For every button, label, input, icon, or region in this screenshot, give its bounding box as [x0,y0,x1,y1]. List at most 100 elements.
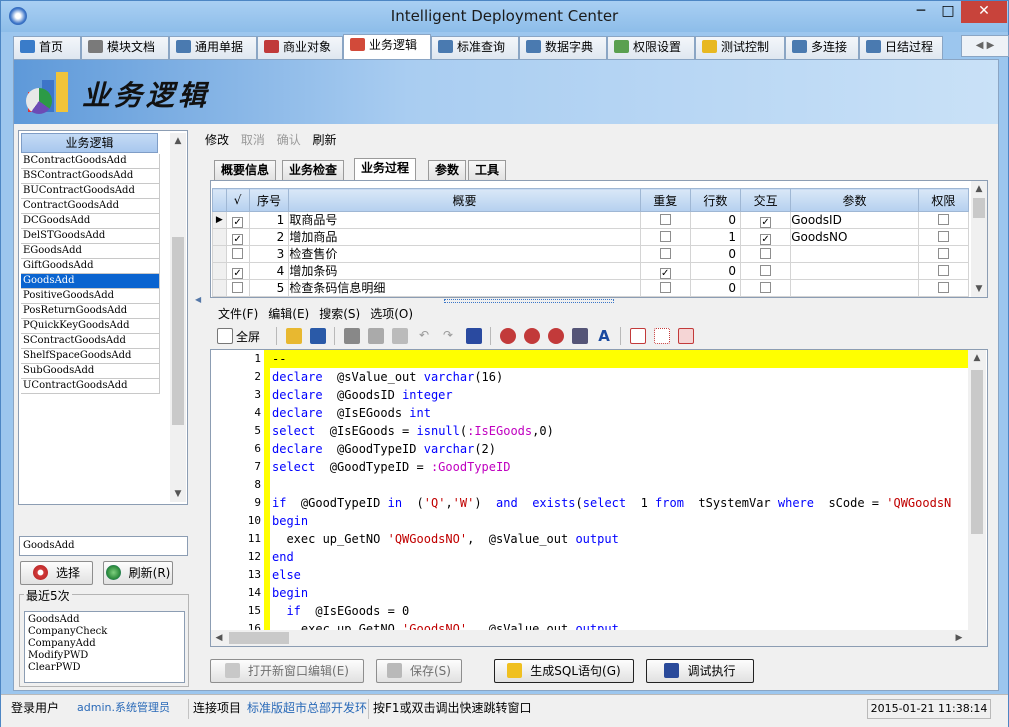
editor-menu-item[interactable]: 搜索(S) [319,307,360,321]
recent-item[interactable]: GoodsAdd [25,614,184,626]
grid-scrollbar[interactable]: ▲ ▼ [971,181,987,297]
tab-form[interactable]: 通用单据 [169,36,257,59]
interact-checkbox[interactable] [760,247,772,259]
interact-checkbox[interactable] [760,281,772,293]
logic-list-item[interactable]: UContractGoodsAdd [21,379,160,394]
code-line[interactable]: else [270,566,968,584]
editor-menu-item[interactable]: 编辑(E) [268,307,309,321]
subtab-0[interactable]: 概要信息 [214,160,277,180]
code-line[interactable]: declare @GoodTypeID varchar(2) [270,440,968,458]
row-checkbox[interactable] [232,247,244,259]
code-line[interactable]: end [270,548,968,566]
logic-list-item[interactable]: SContractGoodsAdd [21,334,160,349]
logic-list-item[interactable]: PQuickKeyGoodsAdd [21,319,160,334]
code-line[interactable]: if @IsEGoods = 0 [270,602,968,620]
code-line[interactable]: begin [270,584,968,602]
editor-vscroll-thumb[interactable] [971,370,983,534]
check-cell[interactable] [225,279,250,297]
check-cell[interactable]: ✓ [225,262,250,280]
perm-checkbox[interactable] [937,281,949,293]
code-area[interactable]: -- declare @sValue_out varchar(16) declare… [270,350,968,630]
minimize-button[interactable]: ─ [907,1,935,23]
recent-item[interactable]: ModifyPWD [25,650,184,662]
logic-list-item[interactable]: GoodsAdd [21,274,160,289]
grid-column-header[interactable]: 权限 [917,188,970,212]
sql-code-editor[interactable]: 1 2 3 4 5 6 7 8 9 10 11 12 13 14 15 16 -- declare @sValu… [210,349,988,647]
logic-list-item[interactable]: BSContractGoodsAdd [21,169,160,184]
check-cell[interactable]: ✓ [225,228,250,246]
repeat-checkbox[interactable] [659,247,671,259]
subtab-1[interactable]: 业务检查 [282,160,345,180]
logic-list-scrollbar[interactable]: ▲ ▼ [170,133,186,502]
perm-checkbox[interactable] [937,264,949,276]
summary-cell[interactable]: 增加商品 [288,228,641,246]
open-folder-icon[interactable] [286,328,302,344]
highlight-icon[interactable] [500,328,516,344]
row-checkbox[interactable]: ✓ [232,233,244,245]
repeat-checkbox[interactable] [659,230,671,242]
refresh-list-button[interactable]: 刷新(R) [103,561,173,585]
tab-lightbulb[interactable]: 测试控制 [695,36,785,59]
editor-horizontal-scrollbar[interactable]: ◀ ▶ [211,630,987,646]
editor-vertical-scrollbar[interactable]: ▲ [968,350,986,630]
clear-highlight-icon[interactable] [548,328,564,344]
format-icon[interactable] [572,328,588,344]
code-line[interactable]: declare @IsEGoods int [270,404,968,422]
scroll-down-icon[interactable]: ▼ [170,486,186,502]
perm-checkbox[interactable] [937,213,949,225]
tab-objects[interactable]: 商业对象 [257,36,343,59]
save-button[interactable]: 保存(S) [376,659,462,683]
logic-list-item[interactable]: PosReturnGoodsAdd [21,304,160,319]
select-all-icon[interactable] [466,328,482,344]
tab-search[interactable]: 标准查询 [431,36,519,59]
summary-cell[interactable]: 增加条码 [288,262,641,280]
code-line[interactable]: select @GoodTypeID = :GoodTypeID [270,458,968,476]
cut-icon[interactable] [344,328,360,344]
save-disk-icon[interactable] [310,328,326,344]
tab-chart[interactable]: 业务逻辑 [343,34,431,60]
grid-column-header[interactable]: √ [225,188,250,212]
param-cell[interactable] [790,279,919,297]
summary-cell[interactable]: 取商品号 [288,211,641,229]
code-line[interactable]: select @IsEGoods = isnull(:IsEGoods,0) [270,422,968,440]
goto-line-icon[interactable] [630,328,646,344]
row-checkbox[interactable]: ✓ [232,216,244,228]
perm-cell[interactable] [917,262,970,280]
grid-column-header[interactable]: 参数 [790,188,919,212]
repeat-cell[interactable]: ✓ [639,262,691,280]
code-line[interactable]: begin [270,512,968,530]
select-button[interactable]: 选择 [20,561,93,585]
generate-sql-button[interactable]: 生成SQL语句(G) [494,659,634,683]
grid-row[interactable]: 5 检查条码信息明细 0 [212,279,970,297]
editor-hscroll-thumb[interactable] [229,632,289,644]
debug-run-button[interactable]: 调试执行 [646,659,754,683]
tab-clock[interactable]: 日结过程 [859,36,943,59]
logic-search-input[interactable]: GoodsAdd [19,536,188,556]
editor-scroll-left-icon[interactable]: ◀ [211,630,227,646]
interact-cell[interactable] [740,279,792,297]
scroll-up-icon[interactable]: ▲ [170,133,186,149]
param-cell[interactable] [790,262,919,280]
subtab-2[interactable]: 业务过程 [354,158,417,180]
repeat-checkbox[interactable]: ✓ [659,267,671,279]
grid-scroll-thumb[interactable] [973,198,985,218]
param-cell[interactable]: GoodsNO [790,228,919,246]
repeat-checkbox[interactable] [659,213,671,225]
repeat-cell[interactable] [639,228,691,246]
code-line[interactable]: exec up_GetNO 'QWGoodsNO', @sValue_out o… [270,530,968,548]
tab-monitor[interactable]: 首页 [13,36,81,59]
recent-item[interactable]: CompanyCheck [25,626,184,638]
logic-list-item[interactable]: BUContractGoodsAdd [21,184,160,199]
repeat-cell[interactable] [639,245,691,263]
grid-row[interactable]: ✓ 2 增加商品 1 ✓ GoodsNO [212,228,970,246]
subtab-3[interactable]: 参数 [428,160,467,180]
check-cell[interactable] [225,245,250,263]
param-cell[interactable] [790,245,919,263]
tab-wrench[interactable]: 模块文档 [81,36,169,59]
tab-server[interactable]: 多连接 [785,36,859,59]
interact-checkbox[interactable]: ✓ [760,216,772,228]
recent-item[interactable]: ClearPWD [25,662,184,674]
repeat-cell[interactable] [639,211,691,229]
open-new-window-button[interactable]: 打开新窗口编辑(E) [210,659,364,683]
close-button[interactable]: ✕ [961,1,1007,23]
